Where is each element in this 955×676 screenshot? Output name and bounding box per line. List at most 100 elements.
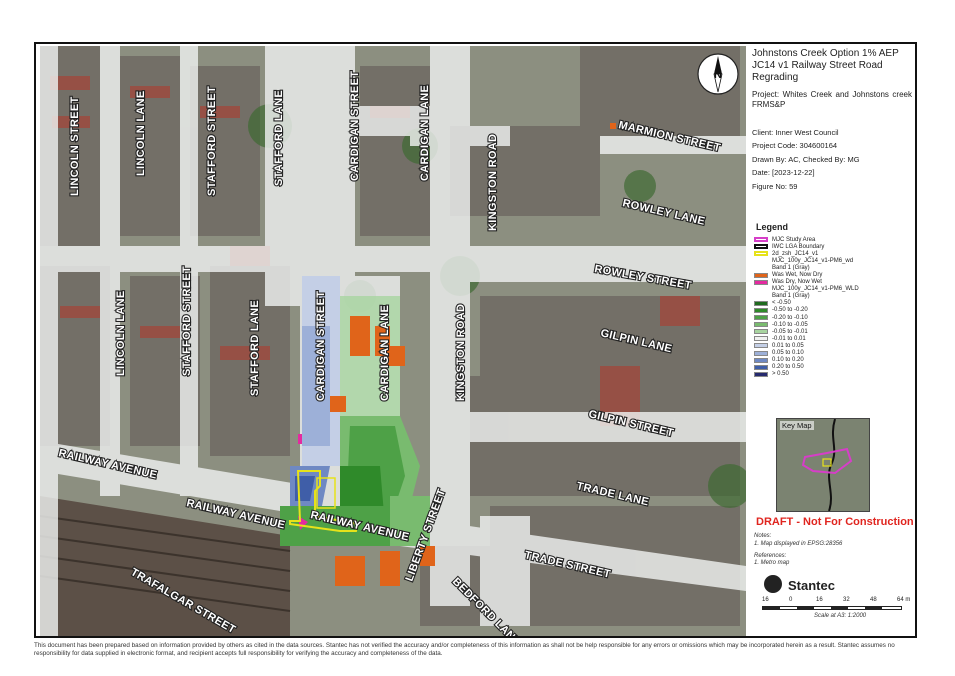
stantec-logo-text: Stantec (788, 578, 835, 593)
legend-item: 0.05 to 0.10 (754, 350, 914, 357)
map-canvas: LINCOLN STREET LINCOLN LANE STAFFORD STR… (40, 46, 746, 636)
key-map-image (777, 419, 869, 511)
legend-item: -0.20 to -0.10 (754, 314, 914, 321)
scale-tick: 0 (789, 597, 793, 603)
legend-label: Band 1 (Gray) (772, 264, 810, 271)
legend-label: Was Wet, Now Dry (772, 272, 823, 279)
legend-item: Band 1 (Gray) (754, 264, 914, 271)
scale-tick: 16 (762, 597, 769, 603)
legend-swatch (754, 350, 768, 356)
legend-swatch (754, 364, 768, 370)
legend-item: Was Wet, Now Dry (754, 271, 914, 278)
scale-tick: 32 (843, 597, 850, 603)
scale-tick: 48 (870, 597, 877, 603)
street-stafford-street: STAFFORD STREET (206, 86, 218, 196)
legend-swatch (754, 237, 768, 243)
legend-label: 0.10 to 0.20 (772, 357, 804, 364)
legend-item: Was Dry, Now Wet (754, 279, 914, 286)
legend-swatch (754, 315, 768, 321)
legend-item: -0.05 to -0.01 (754, 328, 914, 335)
street-stafford-lane: STAFFORD LANE (273, 90, 285, 186)
legend-label: -0.01 to 0.01 (772, 335, 806, 342)
legend-label: MJC_100y_JC14_v1-PM6_WLD (772, 286, 859, 293)
street-cardigan-street-2: CARDIGAN STREET (315, 291, 327, 401)
legend-label: Was Dry, Now Wet (772, 279, 822, 286)
client: Client: Inner West Council (752, 128, 839, 137)
legend-item: Band 1 (Gray) (754, 293, 914, 300)
figure-no: Figure No: 59 (752, 181, 798, 191)
legend-label: -0.05 to -0.01 (772, 328, 808, 335)
map-title: Johnstons Creek Option 1% AEP JC14 v1 Ra… (752, 48, 899, 83)
north-arrow: N (697, 53, 739, 95)
references-text: 1. Metro map (754, 560, 790, 567)
legend-swatch (754, 272, 768, 278)
stantec-logo-icon (764, 575, 782, 593)
notes-title: Notes: (754, 533, 772, 539)
legend-label: IWC LGA Boundary (772, 243, 825, 250)
project-name: Project: Whites Creek and Johnstons cree… (752, 90, 912, 109)
legend-item: MJC_100y_JC14_v1-PM6_wd (754, 257, 914, 264)
street-cardigan-lane-2: CARDIGAN LANE (379, 305, 391, 401)
references-title: References: (754, 552, 787, 559)
legend-item: -0.01 to 0.01 (754, 335, 914, 342)
scale-tick: 16 (816, 597, 823, 603)
notes-text: 1. Map displayed in EPSG:28356 (754, 540, 843, 547)
legend-swatch (754, 357, 768, 363)
street-cardigan-lane: CARDIGAN LANE (419, 85, 431, 181)
legend-item: MJC_100y_JC14_v1-PM6_WLD (754, 286, 914, 293)
legend-swatch (754, 300, 768, 306)
legend-title: Legend (756, 222, 789, 232)
legend-swatch (754, 322, 768, 328)
legend-label: 2d_zsh_JC14_v1 (772, 250, 819, 257)
street-lincoln-street: LINCOLN STREET (69, 96, 81, 196)
legend-item: 0.10 to 0.20 (754, 357, 914, 364)
legend-swatch (754, 244, 768, 250)
legend-swatch (754, 251, 768, 257)
legend-item: 0.20 to 0.50 (754, 364, 914, 371)
legend-item: 0.01 to 0.05 (754, 342, 914, 349)
street-cardigan-street: CARDIGAN STREET (349, 71, 361, 181)
street-kingston-road-2: KINGSTON ROAD (455, 304, 467, 401)
drawn-by: Drawn By: AC, Checked By: MG (752, 154, 860, 164)
scale-label: Scale at A3: 1:2000 (814, 613, 867, 619)
project-code: Project Code: 304600164 (752, 141, 838, 151)
legend-label: > 0.50 (772, 371, 789, 378)
legend-label: -0.50 to -0.20 (772, 307, 808, 314)
legend: MJC Study Area IWC LGA Boundary 2d_zsh_JC1… (754, 236, 914, 378)
date: Date: [2023-12-22] (752, 168, 815, 178)
key-map: Key Map (776, 418, 870, 512)
legend-label: 0.05 to 0.10 (772, 350, 804, 357)
legend-item: 2d_zsh_JC14_v1 (754, 250, 914, 257)
scale-bar (762, 606, 902, 610)
legend-item: IWC LGA Boundary (754, 243, 914, 250)
legend-swatch (754, 329, 768, 335)
legend-label: MJC Study Area (772, 236, 816, 243)
legend-swatch (754, 307, 768, 313)
key-map-label: Key Map (780, 421, 814, 430)
street-stafford-lane-2: STAFFORD LANE (249, 300, 261, 396)
legend-swatch (754, 336, 768, 342)
legend-label: -0.10 to -0.05 (772, 321, 808, 328)
legend-swatch (754, 371, 768, 377)
legend-item: -0.50 to -0.20 (754, 307, 914, 314)
metadata: Client: Inner West Council Project Code:… (752, 128, 912, 195)
street-stafford-street-2: STAFFORD STREET (181, 266, 193, 376)
street-lincoln-lane-2: LINCOLN LANE (115, 291, 127, 376)
scale-tick: 64 m (897, 597, 911, 603)
legend-swatch (754, 279, 768, 285)
aerial-map: LINCOLN STREET LINCOLN LANE STAFFORD STR… (40, 46, 746, 636)
disclaimer: This document has been prepared based on… (34, 642, 895, 657)
draft-banner: DRAFT - Not For Construction (756, 516, 914, 528)
legend-label: 0.01 to 0.05 (772, 342, 804, 349)
street-lincoln-lane: LINCOLN LANE (135, 91, 147, 176)
legend-item: < -0.50 (754, 300, 914, 307)
legend-label: Band 1 (Gray) (772, 293, 810, 300)
notes: Notes: 1. Map displayed in EPSG:28356 Re… (754, 533, 914, 568)
legend-item: MJC Study Area (754, 236, 914, 243)
legend-item: > 0.50 (754, 371, 914, 378)
legend-label: 0.20 to 0.50 (772, 364, 804, 371)
legend-item: -0.10 to -0.05 (754, 321, 914, 328)
legend-label: < -0.50 (772, 300, 791, 307)
legend-swatch (754, 343, 768, 349)
legend-label: MJC_100y_JC14_v1-PM6_wd (772, 257, 854, 264)
